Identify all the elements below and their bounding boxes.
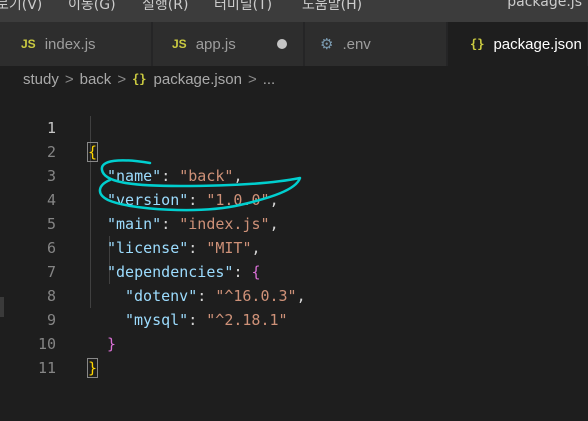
tab-label: .env [342, 35, 371, 53]
code-line[interactable]: 9 } [0, 284, 588, 353]
chevron-right-icon: > [117, 70, 127, 88]
tab-package-json[interactable]: {} package.json [448, 22, 588, 66]
json-file-icon: {} [470, 37, 485, 51]
js-file-icon: JS [21, 37, 36, 51]
chevron-right-icon: > [247, 70, 257, 88]
tab-index-js[interactable]: JS index.js [0, 22, 152, 66]
line-number: 11 [37, 359, 56, 377]
code-line[interactable]: 1 { [0, 92, 588, 162]
breadcrumb-item-study[interactable]: study [23, 71, 59, 88]
menu-run[interactable]: 실행(R) [142, 0, 188, 14]
breadcrumb-item-symbols[interactable]: ... [263, 71, 276, 88]
code-line[interactable]: 3 "version": "1.0.0", [0, 140, 588, 209]
code-line[interactable]: 10 } [0, 308, 588, 378]
tab-app-js[interactable]: JS app.js [153, 22, 304, 66]
chevron-right-icon: > [64, 70, 74, 88]
breadcrumb-item-package-json[interactable]: package.json [154, 71, 242, 88]
json-file-icon: {} [132, 72, 147, 86]
js-file-icon: JS [172, 37, 187, 51]
menu-view[interactable]: 로기(V) [0, 0, 42, 14]
window-title: package.js [507, 0, 582, 10]
code-line[interactable]: 6 "dependencies": { [0, 212, 588, 281]
code-line[interactable]: 5 "license": "MIT", [0, 188, 588, 257]
tab-env[interactable]: ⚙ .env [305, 22, 447, 66]
menu-bar: 로기(V) 이동(G) 실행(R) 터미널(T) 도움말(H) package.… [0, 0, 588, 22]
breadcrumb: study > back > {} package.json > ... [0, 66, 588, 92]
code-line[interactable]: 2 "name": "back", [0, 116, 588, 185]
editor-tab-strip: JS index.js JS app.js ⚙ .env {} package.… [0, 22, 588, 66]
menu-go[interactable]: 이동(G) [68, 0, 116, 14]
scroll-marker [0, 297, 4, 317]
unsaved-changes-dot-icon[interactable] [277, 39, 287, 49]
code-line[interactable]: 11 [0, 332, 588, 377]
code-editor[interactable]: 1 { 2 "name": "back", 3 "version": "1.0.… [0, 92, 588, 421]
menu-terminal[interactable]: 터미널(T) [214, 0, 272, 14]
code-line[interactable]: 8 "mysql": "^2.18.1" [0, 260, 588, 329]
tab-label: package.json [493, 35, 582, 53]
tab-label: app.js [195, 35, 236, 53]
tab-label: index.js [44, 35, 96, 53]
code-line[interactable]: 4 "main": "index.js", [0, 164, 588, 233]
close-brace: } [86, 358, 99, 378]
code-line[interactable]: 7 "dotenv": "^16.0.3", [0, 236, 588, 305]
menu-help[interactable]: 도움말(H) [302, 0, 362, 14]
breadcrumb-item-back[interactable]: back [80, 71, 112, 88]
gear-icon: ⚙ [320, 36, 334, 53]
